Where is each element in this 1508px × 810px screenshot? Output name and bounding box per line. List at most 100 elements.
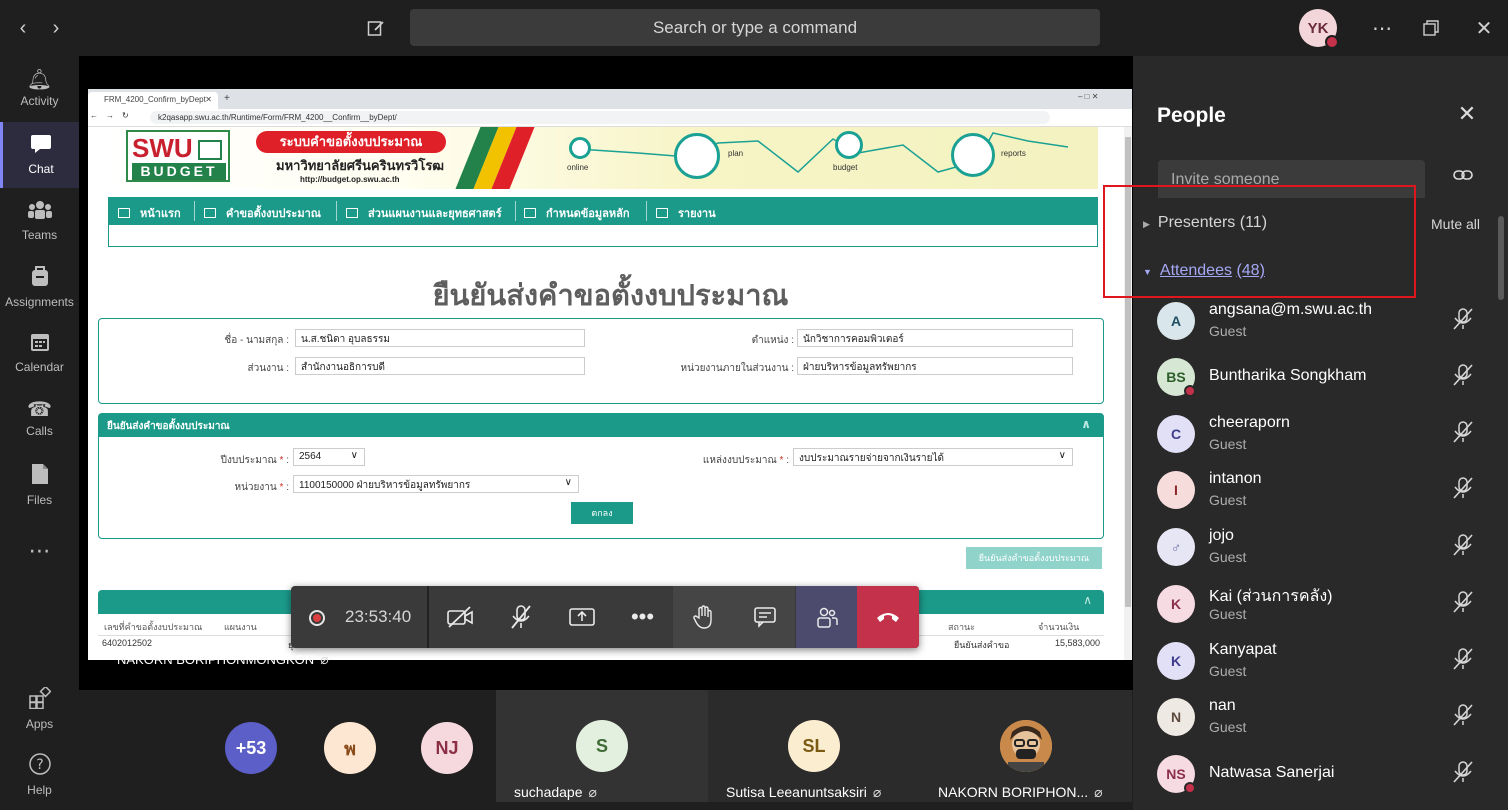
rail-item-calendar[interactable]: Calendar xyxy=(0,320,79,386)
nav-item-home[interactable]: หน้าแรก xyxy=(118,204,181,222)
mic-off-icon[interactable] xyxy=(1453,761,1473,788)
participant-avatar[interactable]: พ xyxy=(324,722,376,774)
rail-item-assignments[interactable]: Assignments xyxy=(0,254,79,320)
participant-tile-sutisa[interactable]: SL Sutisa Leeanuntsaksiri ⌀ xyxy=(708,690,920,802)
rail-item-teams[interactable]: Teams xyxy=(0,188,79,254)
forward-arrow-icon[interactable]: › xyxy=(43,14,69,42)
mic-off-icon[interactable] xyxy=(1453,477,1473,504)
site-url: http://budget.op.swu.ac.th xyxy=(300,175,400,184)
ok-button[interactable]: ตกลง xyxy=(571,502,633,524)
participant-tile-suchadape[interactable]: S suchadape ⌀ xyxy=(496,690,708,802)
close-panel-icon[interactable]: ✕ xyxy=(1453,100,1481,128)
attendee-initials: N xyxy=(1170,709,1182,725)
participant-tile-nakorn[interactable]: NAKORN BORIPHON... ⌀ xyxy=(920,690,1132,802)
participant-avatar[interactable]: NJ xyxy=(421,722,473,774)
reports-node-icon xyxy=(951,133,995,177)
new-tab-icon[interactable]: + xyxy=(224,93,230,104)
rail-item-files[interactable]: Files xyxy=(0,452,79,518)
amount-cell: 15,583,000 xyxy=(1055,638,1101,648)
browser-url-field[interactable]: k2qasapp.swu.ac.th/Runtime/Form/FRM_4200… xyxy=(150,111,1050,124)
people-panel: People ✕ Invite someone ▶ Presenters (11)… xyxy=(1133,56,1508,810)
year-select[interactable]: 2564 ∨ xyxy=(293,448,365,466)
meeting-controls-bar: 23:53:40 ••• xyxy=(291,586,919,648)
close-window-icon[interactable]: ✕ xyxy=(1470,14,1498,42)
submit-budget-request-button[interactable]: ยืนยันส่งคำขอตั้งงบประมาณ xyxy=(966,547,1102,569)
rail-item-activity[interactable]: 🔔︎ Activity xyxy=(0,56,79,122)
attendee-row[interactable]: Iintanon Guest xyxy=(1157,465,1487,517)
browser-forward-icon[interactable]: → xyxy=(106,111,114,120)
share-screen-button[interactable] xyxy=(551,586,612,648)
attendee-role: Guest xyxy=(1209,436,1247,452)
compose-icon[interactable] xyxy=(362,14,390,42)
org-unit-select[interactable]: 1100150000 ฝ่ายบริหารข้อมูลทรัพยากร ∨ xyxy=(293,475,579,493)
camera-off-button[interactable] xyxy=(429,586,490,648)
mic-off-icon[interactable] xyxy=(1453,308,1473,335)
mic-off-icon[interactable] xyxy=(1453,364,1473,391)
mic-off-icon[interactable] xyxy=(1453,704,1473,731)
nav-item-reports[interactable]: รายงาน xyxy=(656,204,716,222)
request-number: 6402012502 xyxy=(102,638,153,648)
rail-item-calls[interactable]: ☎︎ Calls xyxy=(0,386,79,452)
attendee-row[interactable]: BS Buntharika Songkham xyxy=(1157,352,1487,404)
back-arrow-icon[interactable]: ‹ xyxy=(10,14,36,42)
bell-icon: 🔔︎ xyxy=(26,69,53,91)
show-conversation-button[interactable] xyxy=(734,586,795,648)
user-avatar[interactable]: YK xyxy=(1299,9,1339,49)
nav-item-strategy[interactable]: ส่วนแผนงานและยุทธศาสตร์ xyxy=(346,204,502,222)
attendee-row[interactable]: Aangsana@m.swu.ac.th Guest xyxy=(1157,296,1487,348)
nav-form-icon xyxy=(346,208,358,218)
collapse-chevron-icon[interactable]: ∧ xyxy=(1081,417,1091,431)
mic-off-button[interactable] xyxy=(490,586,551,648)
browser-back-icon[interactable]: ← xyxy=(90,111,98,120)
more-apps-icon[interactable]: ⋯ xyxy=(0,518,79,584)
mic-off-icon[interactable] xyxy=(1453,534,1473,561)
attendee-row[interactable]: NS Natwasa Sanerjai xyxy=(1157,749,1487,801)
hang-up-button[interactable] xyxy=(857,586,919,648)
attendee-row[interactable]: ♂ jojo Guest xyxy=(1157,522,1487,574)
nav-item-master-data[interactable]: กำหนดข้อมูลหลัก xyxy=(524,204,630,222)
collapse-chevron-icon[interactable]: ∧ xyxy=(1083,593,1092,607)
browser-tab[interactable]: FRM_4200_Confirm_byDept ✕ xyxy=(88,92,218,109)
restore-window-icon[interactable] xyxy=(1417,14,1445,42)
rail-item-chat[interactable]: Chat xyxy=(0,122,79,188)
attendee-row[interactable]: Ccheeraporn Guest xyxy=(1157,409,1487,461)
year-label: ปีงบประมาณ * : xyxy=(220,455,289,466)
name-field[interactable]: น.ส.ชนิดา อุบลธรรม xyxy=(295,329,585,347)
more-options-icon[interactable]: ⋯ xyxy=(1368,14,1396,42)
more-actions-icon[interactable]: ••• xyxy=(612,586,673,648)
attendee-role: Guest xyxy=(1209,323,1247,339)
user-initials: YK xyxy=(1307,19,1329,37)
people-scrollbar[interactable] xyxy=(1498,216,1504,300)
status-badge-icon xyxy=(1184,782,1196,794)
nav-form-icon xyxy=(118,208,130,218)
share-link-icon[interactable] xyxy=(1453,166,1473,187)
attendee-row[interactable]: Nnan Guest xyxy=(1157,692,1487,744)
close-tab-icon[interactable]: ✕ xyxy=(205,95,212,104)
window-controls-icon[interactable]: – □ ✕ xyxy=(1078,92,1098,101)
browser-reload-icon[interactable]: ↻ xyxy=(122,111,129,120)
department-field[interactable]: สำนักงานอธิการบดี xyxy=(295,357,585,375)
rail-item-help[interactable]: ? Help xyxy=(0,742,79,808)
nav-divider xyxy=(336,201,337,221)
raise-hand-button[interactable] xyxy=(673,586,734,648)
attendee-role: Guest xyxy=(1209,492,1247,508)
attendee-row[interactable]: K Kai (ส่วนการคลัง) Guest xyxy=(1157,579,1487,631)
attendee-row[interactable]: K Kanyapat Guest xyxy=(1157,636,1487,688)
show-participants-button[interactable] xyxy=(796,586,857,648)
mic-off-icon[interactable] xyxy=(1453,648,1473,675)
position-field[interactable]: นักวิชาการคอมพิวเตอร์ xyxy=(797,329,1073,347)
nav-form-icon xyxy=(524,208,536,218)
overflow-tile[interactable]: +53 พ NJ xyxy=(79,690,473,802)
mic-off-icon[interactable] xyxy=(1453,421,1473,448)
mic-off-icon[interactable] xyxy=(1453,591,1473,618)
nav-item-budget-request[interactable]: คำขอตั้งงบประมาณ xyxy=(204,204,321,222)
attendee-role: Guest xyxy=(1209,549,1247,565)
mic-off-icon xyxy=(510,605,531,629)
university-name: มหาวิทยาลัยศรีนครินทรวิโรฒ xyxy=(276,158,445,173)
budget-source-select[interactable]: งบประมาณรายจ่ายจากเงินรายได้ ∨ xyxy=(793,448,1073,466)
command-search-input[interactable]: Search or type a command xyxy=(410,9,1100,46)
rail-item-apps[interactable]: Apps xyxy=(0,676,79,742)
column-header: จำนวนเงิน xyxy=(1038,622,1080,632)
mute-all-button[interactable]: Mute all xyxy=(1431,216,1480,232)
unit-field[interactable]: ฝ่ายบริหารข้อมูลทรัพยากร xyxy=(797,357,1073,375)
